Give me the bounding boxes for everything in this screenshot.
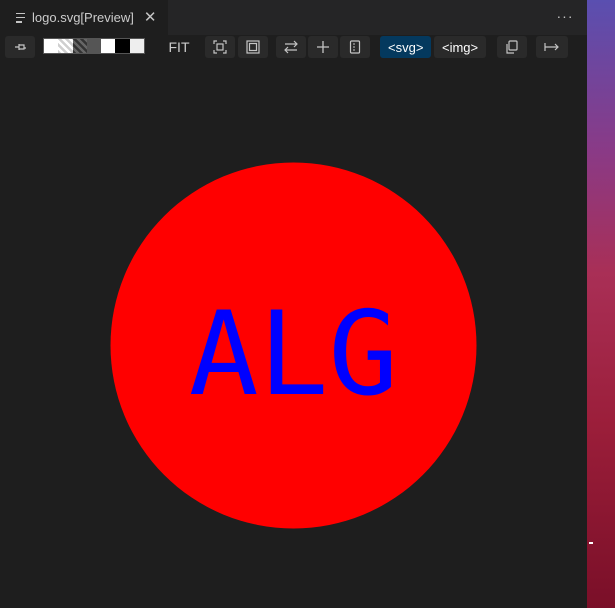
export-button[interactable] [536,36,568,58]
swatch-checker-dark[interactable] [72,39,87,53]
fit-frame-icon [246,40,260,54]
copy-button[interactable] [497,36,527,58]
fit-button[interactable]: FIT [163,36,195,58]
swatch-checker-light[interactable] [58,39,73,53]
swatch-light[interactable] [129,39,144,53]
pin-icon [15,44,26,50]
tab-bar: logo.svg[Preview] ✕ ··· [0,0,587,35]
preview-file-icon [16,12,26,23]
img-mode-button[interactable]: <img> [434,36,487,58]
logo-text: ALG [189,287,399,422]
swatch-gray[interactable] [86,39,102,53]
more-actions-icon[interactable]: ··· [554,8,576,26]
fit-frame-button[interactable] [238,36,268,58]
svg-mode-button[interactable]: <svg> [380,36,432,58]
tab-label: logo.svg[Preview] [32,10,134,25]
add-button[interactable] [308,36,338,58]
svg-preview-image: ALG [110,162,477,529]
swap-icon [284,40,298,54]
fit-content-button[interactable] [205,36,235,58]
swatch-white-2[interactable] [101,39,116,53]
panel-icon [349,40,361,54]
panel-button[interactable] [340,36,370,58]
swap-button[interactable] [276,36,306,58]
fit-content-icon [213,40,227,54]
copy-icon [506,40,518,54]
swatch-black[interactable] [115,39,130,53]
pin-button[interactable] [5,36,35,58]
editor-area: logo.svg[Preview] ✕ ··· FIT <svg> <img> … [0,0,587,608]
background-swatches [43,38,145,54]
export-icon [544,43,559,51]
close-icon[interactable]: ✕ [144,10,157,25]
desktop-background [587,0,615,608]
desktop-marker [589,542,593,544]
tab-logo-preview[interactable]: logo.svg[Preview] ✕ [0,0,168,35]
swatch-white[interactable] [44,39,59,53]
preview-toolbar: FIT <svg> <img> [0,35,587,59]
preview-canvas: ALG [0,59,587,608]
plus-icon [317,41,329,53]
